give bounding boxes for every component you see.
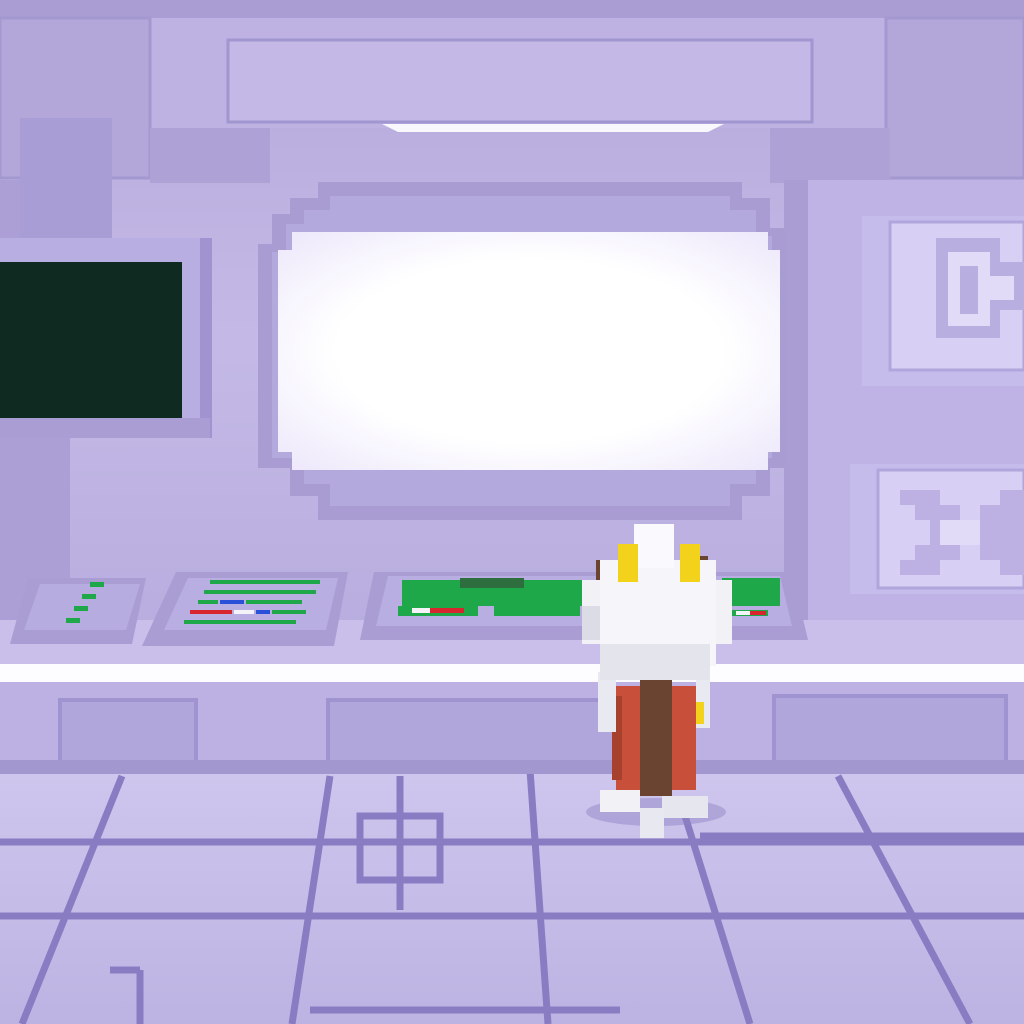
small-console[interactable] bbox=[10, 578, 146, 644]
floor bbox=[0, 760, 1024, 1024]
circuit-glyph-icon bbox=[862, 216, 1024, 386]
cockpit-scene bbox=[0, 0, 1024, 1024]
striped-console[interactable] bbox=[142, 572, 348, 646]
ceiling-light bbox=[382, 124, 724, 132]
x-glyph-icon bbox=[850, 464, 1024, 594]
glowing-window bbox=[278, 232, 780, 470]
desk-glow-strip bbox=[0, 664, 1024, 682]
